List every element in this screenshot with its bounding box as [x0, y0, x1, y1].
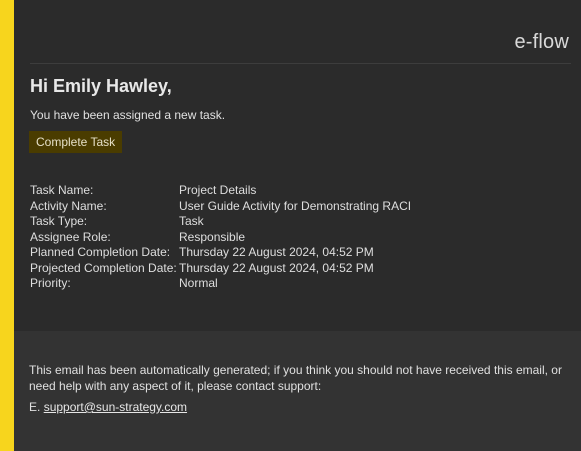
detail-value: Project Details [179, 183, 257, 197]
detail-value: Thursday 22 August 2024, 04:52 PM [179, 260, 374, 275]
complete-task-button[interactable]: Complete Task [29, 131, 123, 153]
header-divider [30, 63, 571, 64]
intro-text: You have been assigned a new task. [30, 108, 226, 122]
detail-row-assignee-role: Assignee Role: Responsible [30, 230, 411, 246]
greeting-heading: Hi Emily Hawley, [30, 76, 172, 96]
detail-label: Activity Name: [30, 198, 107, 213]
detail-row-task-name: Task Name: Project Details [30, 183, 411, 199]
detail-label: Priority: [30, 276, 71, 290]
detail-row-priority: Priority: Normal [30, 276, 411, 292]
detail-row-planned-completion: Planned Completion Date: Thursday 22 Aug… [30, 245, 411, 261]
task-details: Task Name: Project Details Activity Name… [30, 183, 411, 292]
detail-row-activity-name: Activity Name: User Guide Activity for D… [30, 199, 411, 215]
detail-label: Planned Completion Date: [30, 245, 171, 259]
email-view: e-flow Hi Emily Hawley, You have been as… [0, 0, 581, 451]
detail-value: Normal [179, 276, 218, 290]
brand-logo: e-flow [514, 31, 569, 53]
email-body: e-flow Hi Emily Hawley, You have been as… [14, 0, 581, 451]
detail-value: Task [179, 214, 204, 228]
detail-value: User Guide Activity for Demonstrating RA… [179, 198, 412, 213]
detail-label: Assignee Role: [30, 229, 111, 244]
detail-row-projected-completion: Projected Completion Date: Thursday 22 A… [30, 261, 411, 277]
detail-label: Task Name: [30, 183, 94, 197]
detail-value: Responsible [179, 229, 246, 244]
email-prefix: E. [29, 400, 41, 414]
detail-row-task-type: Task Type: Task [30, 214, 411, 230]
email-footer: This email has been automatically genera… [14, 331, 581, 451]
detail-label: Task Type: [30, 214, 88, 228]
footer-contact: E. support@sun-strategy.com [29, 400, 187, 414]
support-email-link[interactable]: support@sun-strategy.com [44, 400, 187, 414]
detail-label: Projected Completion Date: [30, 260, 177, 275]
accent-bar [0, 0, 14, 451]
footer-notice: This email has been automatically genera… [29, 363, 562, 393]
detail-value: Thursday 22 August 2024, 04:52 PM [179, 245, 374, 259]
